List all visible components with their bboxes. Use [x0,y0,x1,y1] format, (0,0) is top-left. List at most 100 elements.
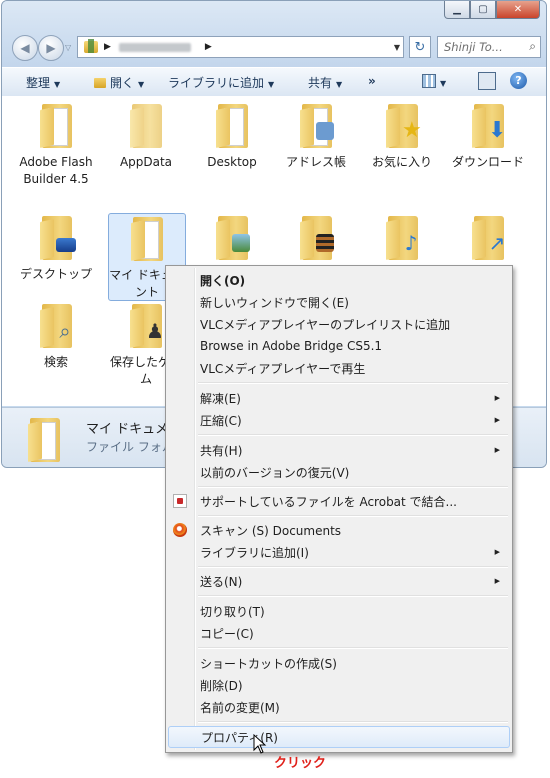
user-folder-icon [84,39,98,53]
menu-item-properties[interactable]: プロパティ(R) [168,726,510,748]
acrobat-icon [173,494,187,508]
breadcrumb-separator-icon[interactable]: ▶ [104,42,111,52]
folder-item-searches[interactable]: ⌕ 検索 [18,304,94,371]
change-view-button[interactable]: ▼ [422,74,446,89]
menu-item-compress[interactable]: 圧縮(C) ▶ [168,409,510,431]
menu-item-rename[interactable]: 名前の変更(M) [168,696,510,718]
open-button[interactable]: 開く ▼ [94,74,144,91]
menu-separator [198,382,508,384]
documents-folder-icon [131,217,163,261]
menu-item-label: 共有(H) [200,443,243,458]
videos-folder-icon [300,216,334,260]
back-button[interactable]: ◀ [12,35,38,61]
add-to-library-button[interactable]: ライブラリに追加 ▼ [168,74,274,91]
menu-item-label: 送る(N) [200,574,243,589]
menu-item-label: スキャン (S) Documents [200,523,342,538]
recent-pages-icon[interactable]: ▽ [65,43,71,52]
menu-item-delete[interactable]: 削除(D) [168,674,510,696]
menu-item-create-shortcut[interactable]: ショートカットの作成(S) [168,652,510,674]
dropdown-icon: ▼ [268,80,275,89]
menu-item-label: ライブラリに追加(I) [200,545,309,560]
search-input[interactable]: Shinji To... ⌕ [437,36,541,58]
refresh-button[interactable]: ↻ [409,36,431,58]
menu-item-vlc-play[interactable]: VLCメディアプレイヤーで再生 [168,357,510,379]
navigation-bar: ◀ ▶ ▽ ▶ ▶ ▼ ↻ Shinji To... ⌕ [10,35,541,61]
menu-item-open[interactable]: 開く(O) [168,269,510,291]
search-icon: ⌕ [529,39,536,53]
submenu-arrow-icon: ▶ [494,548,500,556]
menu-item-open-new-window[interactable]: 新しいウィンドウで開く(E) [168,291,510,313]
command-bar: 整理 ▼ 開く ▼ ライブラリに追加 ▼ 共有 ▼ » ▼ ? [2,67,546,97]
minimize-button[interactable]: ▁ [444,1,470,19]
folder-item-adobe-flash-builder[interactable]: Adobe Flash Builder 4.5 [18,104,94,188]
submenu-arrow-icon: ▶ [494,577,500,585]
menu-item-send-to[interactable]: 送る(N) ▶ [168,570,510,592]
organize-label: 整理 [26,76,51,90]
music-folder-icon: ♪ [386,216,418,260]
menu-item-add-to-library[interactable]: ライブラリに追加(I) ▶ [168,541,510,563]
organize-button[interactable]: 整理 ▼ [26,74,60,91]
menu-item-label: 新しいウィンドウで開く(E) [200,295,349,310]
menu-item-label: コピー(C) [200,626,254,641]
menu-item-share[interactable]: 共有(H) ▶ [168,439,510,461]
preview-pane-button[interactable] [478,72,496,90]
details-item-name: マイ ドキュメ [86,422,169,437]
more-commands-button[interactable]: » [368,74,376,88]
folder-icon [130,104,162,148]
folder-icon [40,104,72,148]
blurred-username [118,42,191,52]
searches-folder-icon: ⌕ [40,304,72,348]
menu-separator [198,515,508,517]
menu-item-label: 削除(D) [200,678,243,693]
item-label: 検索 [43,355,68,369]
item-label: ダウンロード [451,155,524,169]
pictures-folder-icon [216,216,250,260]
menu-item-restore-previous-versions[interactable]: 以前のバージョンの復元(V) [168,461,510,483]
folder-item-contacts[interactable]: アドレス帳 [278,104,354,171]
folder-item-desktop[interactable]: Desktop [194,104,270,171]
breadcrumb-separator-icon[interactable]: ▶ [205,42,212,52]
menu-separator [198,486,508,488]
folder-item-music[interactable]: ♪ [364,216,440,266]
menu-item-extract[interactable]: 解凍(E) ▶ [168,387,510,409]
dropdown-icon: ▼ [138,80,145,89]
folder-item-links[interactable]: ↗ [450,216,526,266]
contacts-folder-icon [300,104,334,148]
item-label: デスクトップ [19,267,92,281]
maximize-button[interactable]: ▢ [470,1,496,19]
menu-item-label: ショートカットの作成(S) [200,656,337,671]
menu-item-label: Browse in Adobe Bridge CS5.1 [200,339,383,353]
share-button[interactable]: 共有 ▼ [308,74,342,91]
address-bar[interactable]: ▶ ▶ ▼ [77,36,404,58]
menu-item-label: 解凍(E) [200,391,241,406]
help-button[interactable]: ? [510,72,527,89]
menu-item-copy[interactable]: コピー(C) [168,622,510,644]
caption-buttons: ▁ ▢ ✕ [444,1,540,19]
favorites-folder-icon: ★ [386,104,422,148]
folder-item-desktop-jp[interactable]: デスクトップ [18,216,94,283]
menu-item-label: 圧縮(C) [200,413,242,428]
folder-item-favorites[interactable]: ★ お気に入り [364,104,440,171]
item-label: Adobe Flash Builder 4.5 [19,155,93,186]
menu-item-cut[interactable]: 切り取り(T) [168,600,510,622]
forward-button[interactable]: ▶ [38,35,64,61]
menu-item-acrobat-combine[interactable]: サポートしているファイルを Acrobat で結合... [168,490,510,512]
address-dropdown-icon[interactable]: ▼ [394,43,400,52]
close-button[interactable]: ✕ [496,1,540,19]
menu-item-browse-adobe-bridge[interactable]: Browse in Adobe Bridge CS5.1 [168,335,510,357]
folder-item-videos[interactable] [278,216,354,266]
folder-item-downloads[interactable]: ⬇ ダウンロード [450,104,526,171]
menu-separator [198,595,508,597]
menu-item-vlc-add-playlist[interactable]: VLCメディアプレイヤーのプレイリストに追加 [168,313,510,335]
dropdown-icon: ▼ [54,80,61,89]
add-to-library-label: ライブラリに追加 [168,76,265,90]
documents-folder-icon [28,418,60,462]
menu-item-label: 名前の変更(M) [200,700,280,715]
menu-item-scan[interactable]: スキャン (S) Documents [168,519,510,541]
folder-item-pictures[interactable] [194,216,270,266]
folder-item-appdata[interactable]: AppData [108,104,184,171]
dropdown-icon: ▼ [336,80,343,89]
share-label: 共有 [308,76,333,90]
item-label: AppData [119,155,173,169]
menu-separator [198,434,508,436]
